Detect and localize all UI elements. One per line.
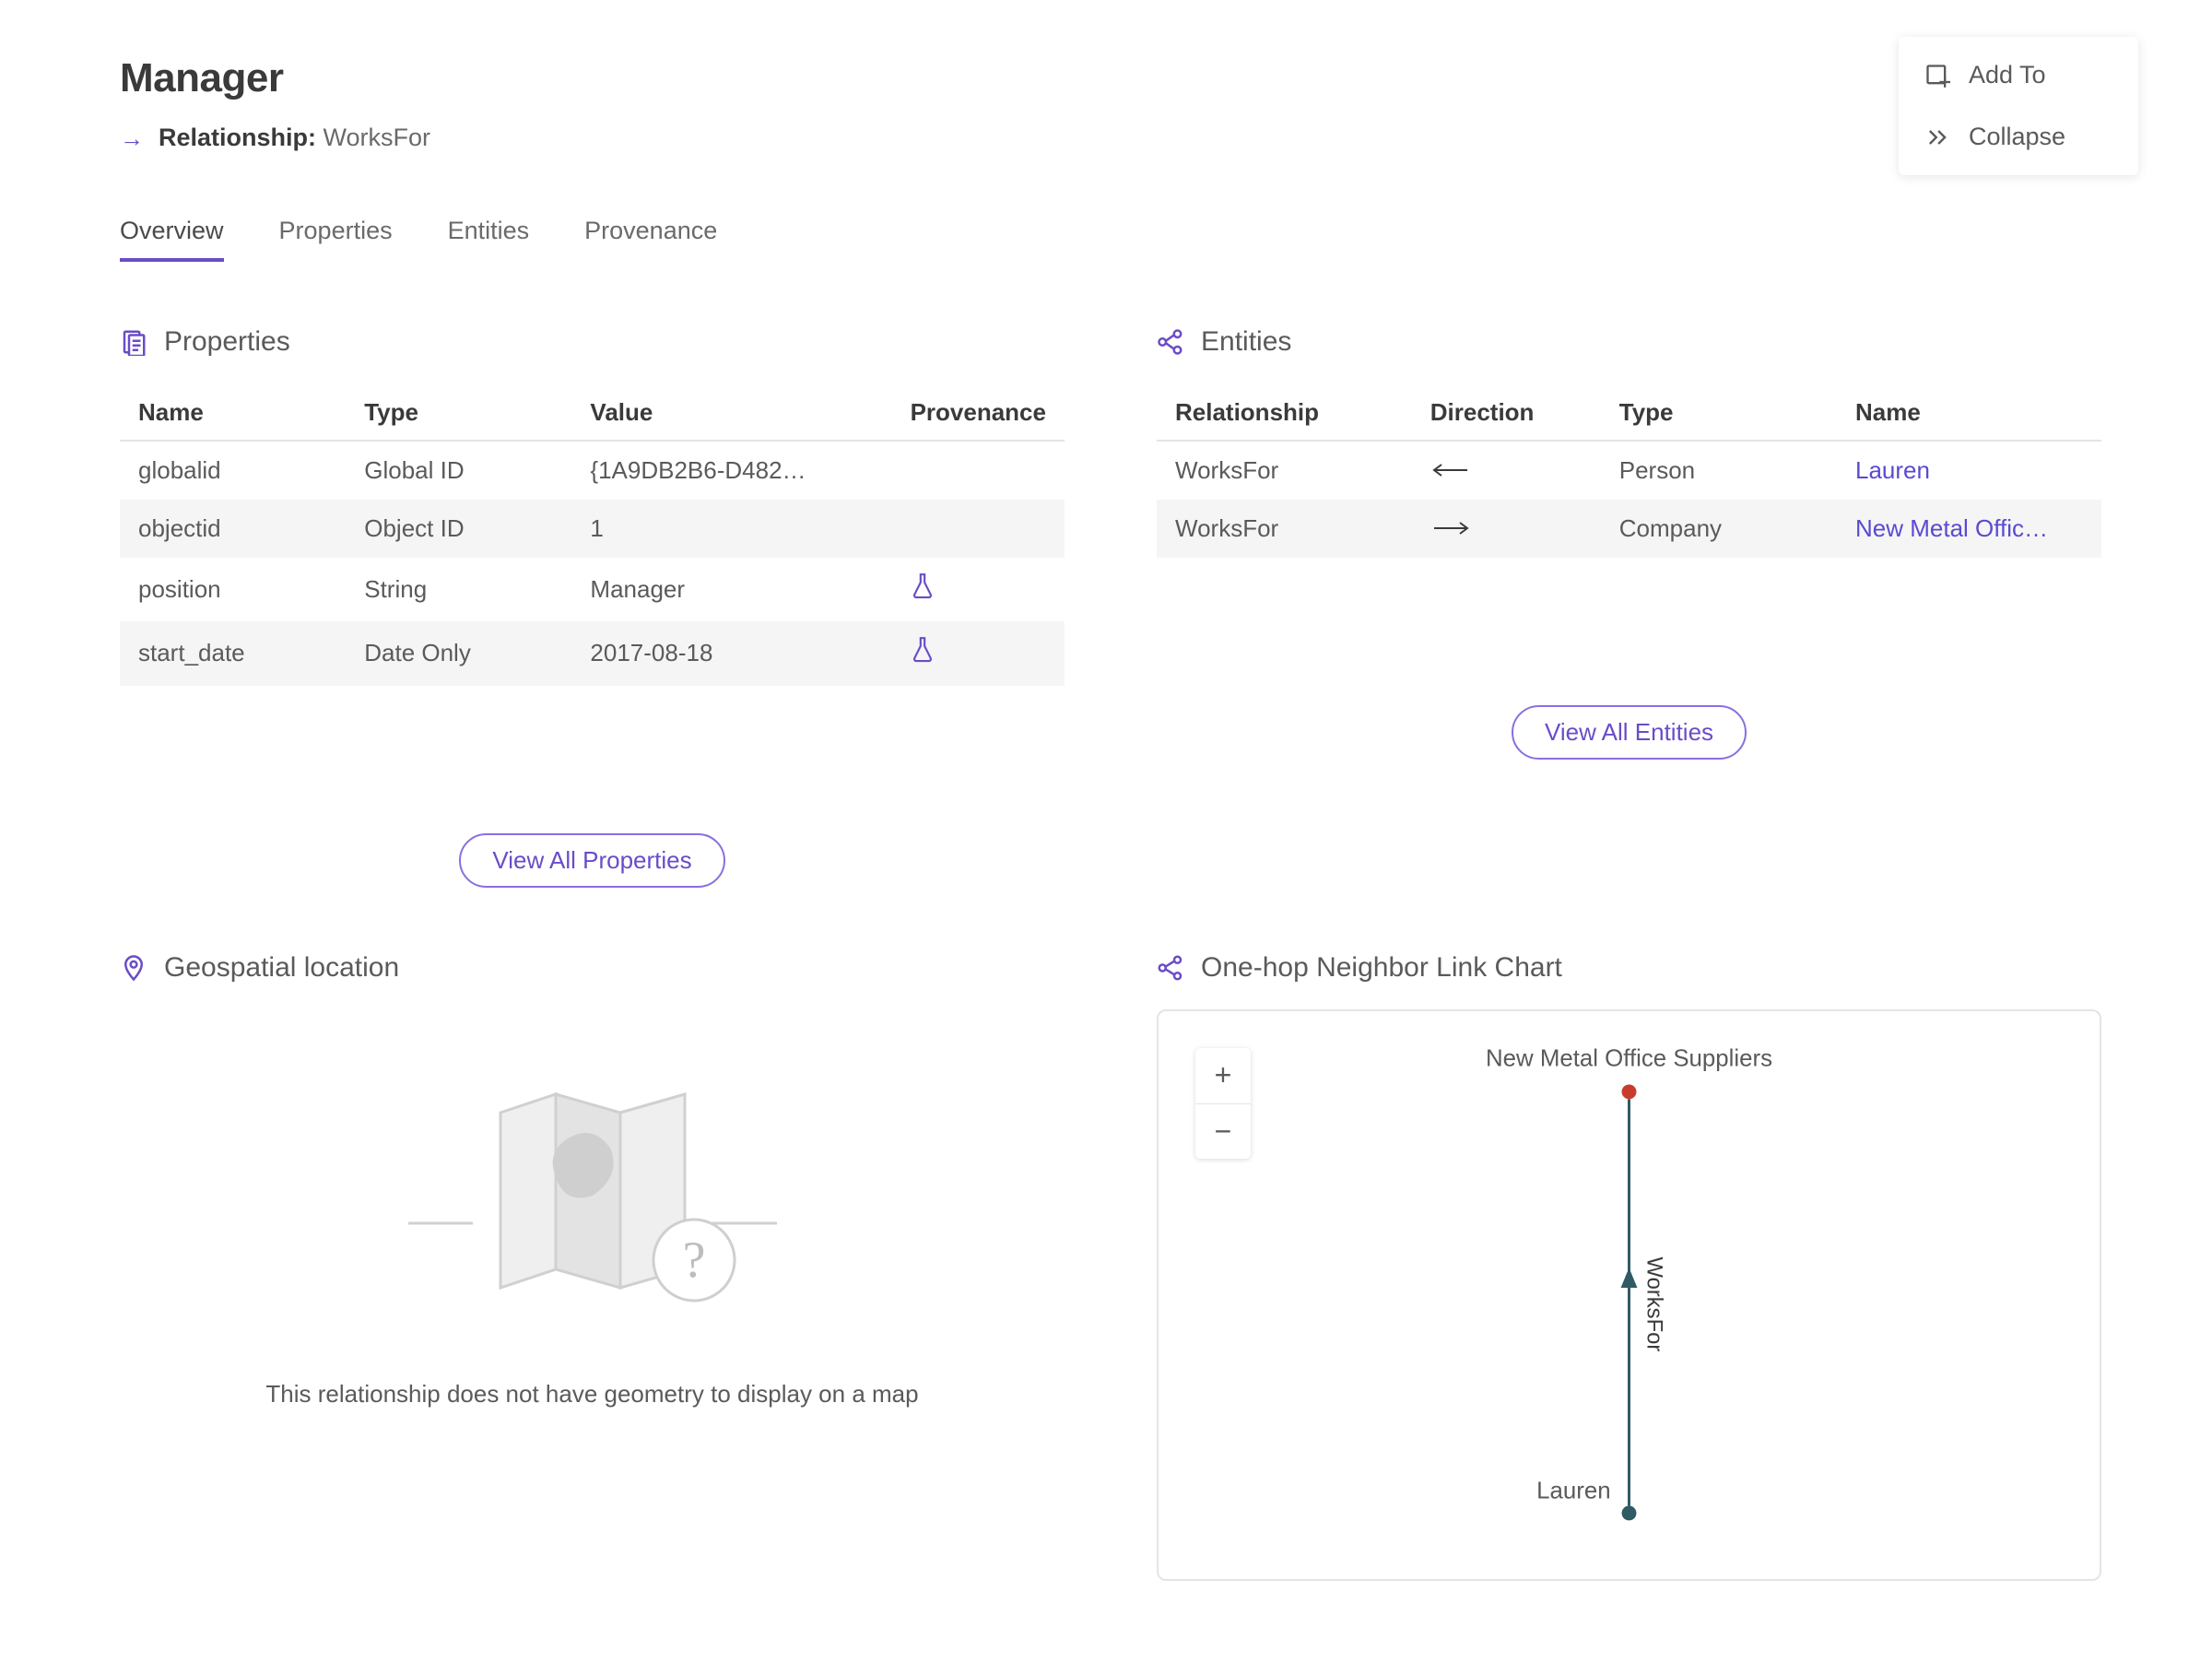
svg-text:?: ? — [682, 1232, 705, 1289]
entity-link[interactable]: New Metal Offic… — [1837, 500, 2101, 558]
geospatial-panel: Geospatial location ? This relat — [120, 952, 1065, 1581]
cell-relationship: WorksFor — [1157, 500, 1412, 558]
properties-panel: Properties Name Type Value Provenance gl… — [120, 326, 1065, 888]
table-row[interactable]: WorksFor Company New Metal Offic… — [1157, 500, 2101, 558]
tab-properties[interactable]: Properties — [279, 217, 393, 262]
entities-panel: Entities Relationship Direction Type Nam… — [1157, 326, 2101, 888]
cell-type: Object ID — [346, 500, 571, 558]
pin-icon — [120, 954, 147, 982]
edge-label: WorksFor — [1641, 1256, 1666, 1351]
cell-name: globalid — [120, 441, 346, 500]
add-to-button[interactable]: Add To — [1899, 44, 2138, 106]
relationship-arrow-icon: → — [120, 126, 144, 150]
entities-title: Entities — [1201, 326, 1291, 358]
collapse-label: Collapse — [1969, 123, 2065, 151]
cell-value: 2017-08-18 — [571, 621, 891, 685]
tabs: Overview Properties Entities Provenance — [120, 217, 2101, 262]
top-node-label: New Metal Office Suppliers — [1486, 1045, 1772, 1071]
col-name: Name — [1837, 383, 2101, 441]
flask-icon — [911, 636, 935, 664]
col-relationship: Relationship — [1157, 383, 1412, 441]
cell-name: position — [120, 558, 346, 621]
relationship-subtitle: → Relationship: WorksFor — [120, 124, 2101, 152]
arrow-right-icon — [1430, 514, 1471, 531]
cell-relationship: WorksFor — [1157, 441, 1412, 500]
cell-value: 1 — [571, 500, 891, 558]
view-all-properties-button[interactable]: View All Properties — [459, 833, 724, 888]
cell-type: String — [346, 558, 571, 621]
add-to-label: Add To — [1969, 61, 2046, 89]
cell-name: objectid — [120, 500, 346, 558]
view-all-entities-button[interactable]: View All Entities — [1512, 705, 1747, 760]
bottom-node[interactable] — [1622, 1505, 1637, 1520]
cell-type: Global ID — [346, 441, 571, 500]
geospatial-title: Geospatial location — [164, 952, 399, 984]
cell-prov — [892, 441, 1065, 500]
cell-type: Company — [1601, 500, 1837, 558]
entities-table: Relationship Direction Type Name WorksFo… — [1157, 383, 2101, 558]
subtitle-label: Relationship: — [159, 124, 316, 151]
table-row[interactable]: globalid Global ID {1A9DB2B6-D482… — [120, 441, 1065, 500]
cell-direction — [1412, 441, 1601, 500]
cell-type: Date Only — [346, 621, 571, 685]
cell-value: {1A9DB2B6-D482… — [571, 441, 891, 500]
col-name: Name — [120, 383, 346, 441]
page-title: Manager — [120, 55, 2101, 101]
link-chart-svg: New Metal Office Suppliers WorksFor Laur… — [1159, 1011, 2100, 1579]
tab-provenance[interactable]: Provenance — [584, 217, 717, 262]
cell-prov[interactable] — [892, 621, 1065, 685]
link-chart-canvas[interactable]: + − New Metal Office Suppliers WorksFor … — [1157, 1009, 2101, 1581]
col-provenance: Provenance — [892, 383, 1065, 441]
table-row[interactable]: position String Manager — [120, 558, 1065, 621]
cell-prov[interactable] — [892, 558, 1065, 621]
tab-overview[interactable]: Overview — [120, 217, 224, 262]
col-type: Type — [346, 383, 571, 441]
entity-link[interactable]: Lauren — [1837, 441, 2101, 500]
map-placeholder-icon: ? — [120, 1067, 1065, 1325]
add-to-icon — [1924, 63, 1950, 88]
action-panel: Add To Collapse — [1899, 37, 2138, 175]
cell-direction — [1412, 500, 1601, 558]
subtitle-value: WorksFor — [324, 124, 431, 151]
col-type: Type — [1601, 383, 1837, 441]
link-chart-panel: One-hop Neighbor Link Chart + − New Meta… — [1157, 952, 2101, 1581]
edge-arrowhead-icon — [1621, 1267, 1638, 1288]
arrow-left-icon — [1430, 456, 1471, 473]
tab-entities[interactable]: Entities — [448, 217, 530, 262]
bottom-node-label: Lauren — [1536, 1478, 1610, 1503]
collapse-button[interactable]: Collapse — [1899, 106, 2138, 168]
table-row[interactable]: start_date Date Only 2017-08-18 — [120, 621, 1065, 685]
col-direction: Direction — [1412, 383, 1601, 441]
table-row[interactable]: objectid Object ID 1 — [120, 500, 1065, 558]
top-node[interactable] — [1622, 1084, 1637, 1099]
cell-prov — [892, 500, 1065, 558]
cell-name: start_date — [120, 621, 346, 685]
cell-value: Manager — [571, 558, 891, 621]
graph-icon — [1157, 954, 1184, 982]
chevrons-right-icon — [1924, 124, 1950, 150]
col-value: Value — [571, 383, 891, 441]
cell-type: Person — [1601, 441, 1837, 500]
properties-title: Properties — [164, 326, 290, 358]
properties-icon — [120, 328, 147, 356]
link-chart-title: One-hop Neighbor Link Chart — [1201, 952, 1562, 984]
entities-icon — [1157, 328, 1184, 356]
table-row[interactable]: WorksFor Person Lauren — [1157, 441, 2101, 500]
geospatial-note: This relationship does not have geometry… — [120, 1380, 1065, 1409]
properties-table: Name Type Value Provenance globalid Glob… — [120, 383, 1065, 686]
flask-icon — [911, 572, 935, 600]
